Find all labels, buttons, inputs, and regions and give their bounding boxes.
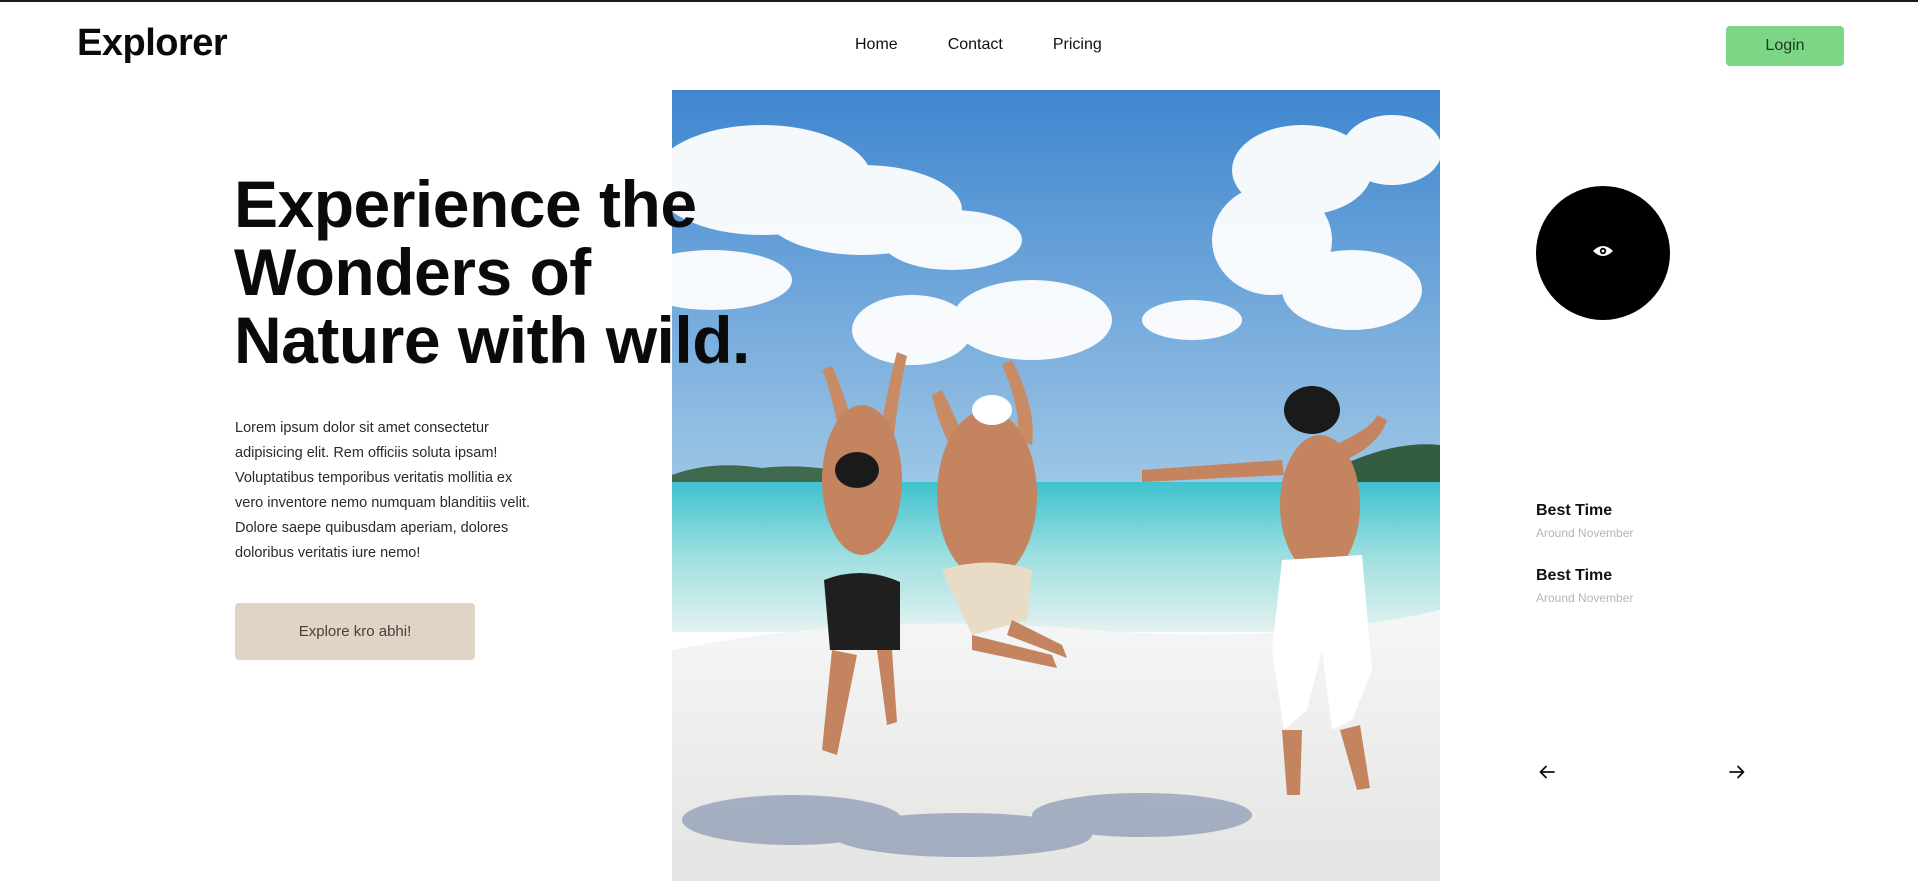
arrow-left-icon bbox=[1539, 765, 1555, 784]
info-item: Best Time Around November bbox=[1536, 567, 1633, 605]
hero-title: Experience the Wonders of Nature with wi… bbox=[234, 170, 834, 374]
hero-description: Lorem ipsum dolor sit amet consectetur a… bbox=[235, 420, 530, 561]
logo[interactable]: Explorer bbox=[77, 22, 228, 65]
info-subtitle: Around November bbox=[1536, 591, 1634, 605]
main-nav: Home Contact Pricing bbox=[855, 36, 1102, 54]
hero-title-line-3: Nature with wild. bbox=[234, 303, 750, 377]
landing-page: Explorer Home Contact Pricing Login Expe… bbox=[0, 0, 1918, 881]
arrow-right-icon bbox=[1729, 765, 1745, 784]
view-button[interactable] bbox=[1536, 186, 1670, 320]
eye-icon bbox=[1592, 244, 1614, 263]
nav-home[interactable]: Home bbox=[855, 36, 898, 54]
nav-contact[interactable]: Contact bbox=[948, 36, 1003, 54]
info-item: Best Time Around November bbox=[1536, 502, 1633, 540]
explore-button[interactable]: Explore kro abhi! bbox=[235, 603, 475, 660]
nav-pricing[interactable]: Pricing bbox=[1053, 36, 1102, 54]
top-border bbox=[0, 0, 1918, 2]
hero-title-line-2: Wonders of bbox=[234, 235, 591, 309]
hero-title-line-1: Experience the bbox=[234, 167, 697, 241]
prev-button[interactable] bbox=[1536, 764, 1558, 784]
next-button[interactable] bbox=[1726, 764, 1748, 784]
login-button[interactable]: Login bbox=[1726, 26, 1844, 66]
info-subtitle: Around November bbox=[1536, 526, 1634, 540]
info-title: Best Time bbox=[1536, 502, 1613, 519]
info-title: Best Time bbox=[1536, 567, 1613, 584]
